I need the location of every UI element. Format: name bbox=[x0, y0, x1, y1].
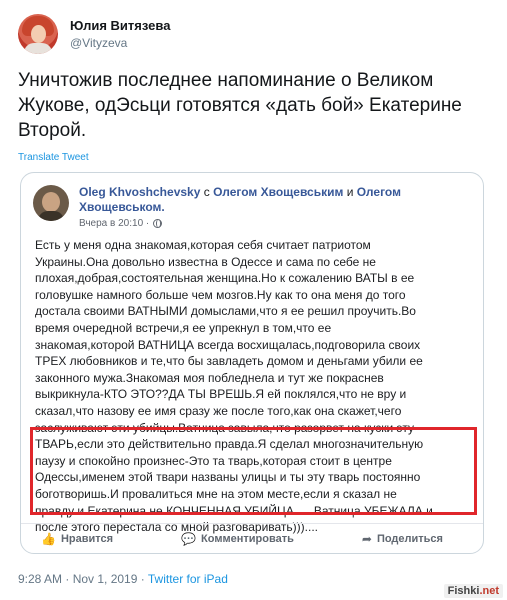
share-label: Поделиться bbox=[376, 532, 443, 545]
watermark-name: Fishki bbox=[447, 585, 480, 597]
tweet-text-line: Второй. bbox=[18, 120, 87, 141]
fb-post-time: Вчера в 20:10 · bbox=[79, 218, 469, 229]
fb-body-line: Есть у меня одна знакомая,которая себя с… bbox=[35, 238, 371, 252]
tweet-footer: 9:28 AM · Nov 1, 2019 · Twitter for iPad bbox=[18, 572, 228, 586]
globe-icon bbox=[153, 219, 163, 228]
fb-body-line: время очередной встречи,я ее упрекнул в … bbox=[35, 320, 332, 335]
fb-body-line: головушке намного больше чем мозгов.Ну к… bbox=[35, 287, 406, 302]
like-button[interactable]: 👍 Нравится bbox=[41, 532, 113, 546]
fb-with-word: с bbox=[203, 185, 210, 199]
user-avatar-icon[interactable] bbox=[18, 14, 58, 54]
watermark-logo: Fishki.net bbox=[443, 584, 503, 598]
tweet-source-link[interactable]: Twitter for iPad bbox=[148, 572, 228, 586]
fb-body-line: плохая,добрая,состоятельная женщина.Но к… bbox=[35, 271, 415, 286]
red-highlight-frame bbox=[30, 427, 477, 515]
fb-body-line: выкрикнула-КТО ЭТО??ДА ТЫ ВРЕШЬ.Я ей пок… bbox=[35, 387, 407, 402]
fb-body-line: Украины.Она довольно известна в Одессе и… bbox=[35, 254, 376, 269]
translate-tweet-link[interactable]: Translate Tweet bbox=[18, 152, 89, 163]
like-label: Нравится bbox=[60, 532, 114, 545]
share-icon: ➦ bbox=[361, 531, 372, 546]
fb-body-line: достала своими ВАТНЫМИ домыслами,что я е… bbox=[35, 304, 416, 319]
author-display-name[interactable]: Юлия Витязева bbox=[70, 18, 170, 33]
thumbs-up-icon: 👍 bbox=[41, 531, 56, 546]
comment-button[interactable]: 💬 Комментировать bbox=[181, 532, 294, 546]
fb-action-bar: 👍 Нравится 💬 Комментировать ➦ Поделиться bbox=[21, 523, 483, 553]
comment-icon: 💬 bbox=[181, 531, 197, 546]
fb-post-header: Oleg Khvoshchevsky с Олегом Хвощевським … bbox=[33, 185, 469, 229]
tweet-text-line: Жукове, одЭсьци готовятся «дать бой» Ека… bbox=[18, 95, 462, 116]
fb-post-title: Oleg Khvoshchevsky с Олегом Хвощевським … bbox=[79, 185, 469, 215]
fb-author-name[interactable]: Oleg Khvoshchevsky bbox=[79, 185, 200, 199]
fb-body-line: сказал,что назову ее имя сразу же после … bbox=[35, 403, 402, 418]
author-names: Юлия Витязева @Vityzeva bbox=[70, 18, 170, 50]
tweet-card: Юлия Витязева @Vityzeva Уничтожив послед… bbox=[0, 0, 507, 600]
watermark-tld: .net bbox=[479, 585, 499, 597]
tweet-text: Уничтожив последнее напоминание о Велико… bbox=[18, 68, 488, 143]
share-button[interactable]: ➦ Поделиться bbox=[362, 532, 443, 546]
fb-body-line: законного мужа.Знакомая моя побледнела и… bbox=[35, 370, 384, 385]
embedded-facebook-post[interactable]: Oleg Khvoshchevsky с Олегом Хвощевським … bbox=[20, 172, 484, 554]
fb-time-text[interactable]: Вчера в 20:10 · bbox=[79, 218, 149, 229]
fb-author-avatar-icon[interactable] bbox=[33, 185, 69, 221]
author-handle[interactable]: @Vityzeva bbox=[70, 36, 170, 50]
tweet-timestamp[interactable]: 9:28 AM · Nov 1, 2019 · bbox=[18, 572, 148, 586]
fb-tag-1[interactable]: Олегом Хвощевським bbox=[213, 185, 343, 199]
fb-body-line: знакомая,которой ВАТНИЦА всегда восхищал… bbox=[35, 337, 421, 352]
fb-body-line: ТРЕХ любовников и те,что бы завладеть до… bbox=[35, 354, 423, 369]
tweet-text-line: Уничтожив последнее напоминание о Велико… bbox=[18, 70, 434, 91]
fb-and-word: и bbox=[346, 185, 354, 199]
tweet-header: Юлия Витязева @Vityzeva bbox=[18, 11, 170, 57]
comment-label: Комментировать bbox=[201, 532, 294, 545]
